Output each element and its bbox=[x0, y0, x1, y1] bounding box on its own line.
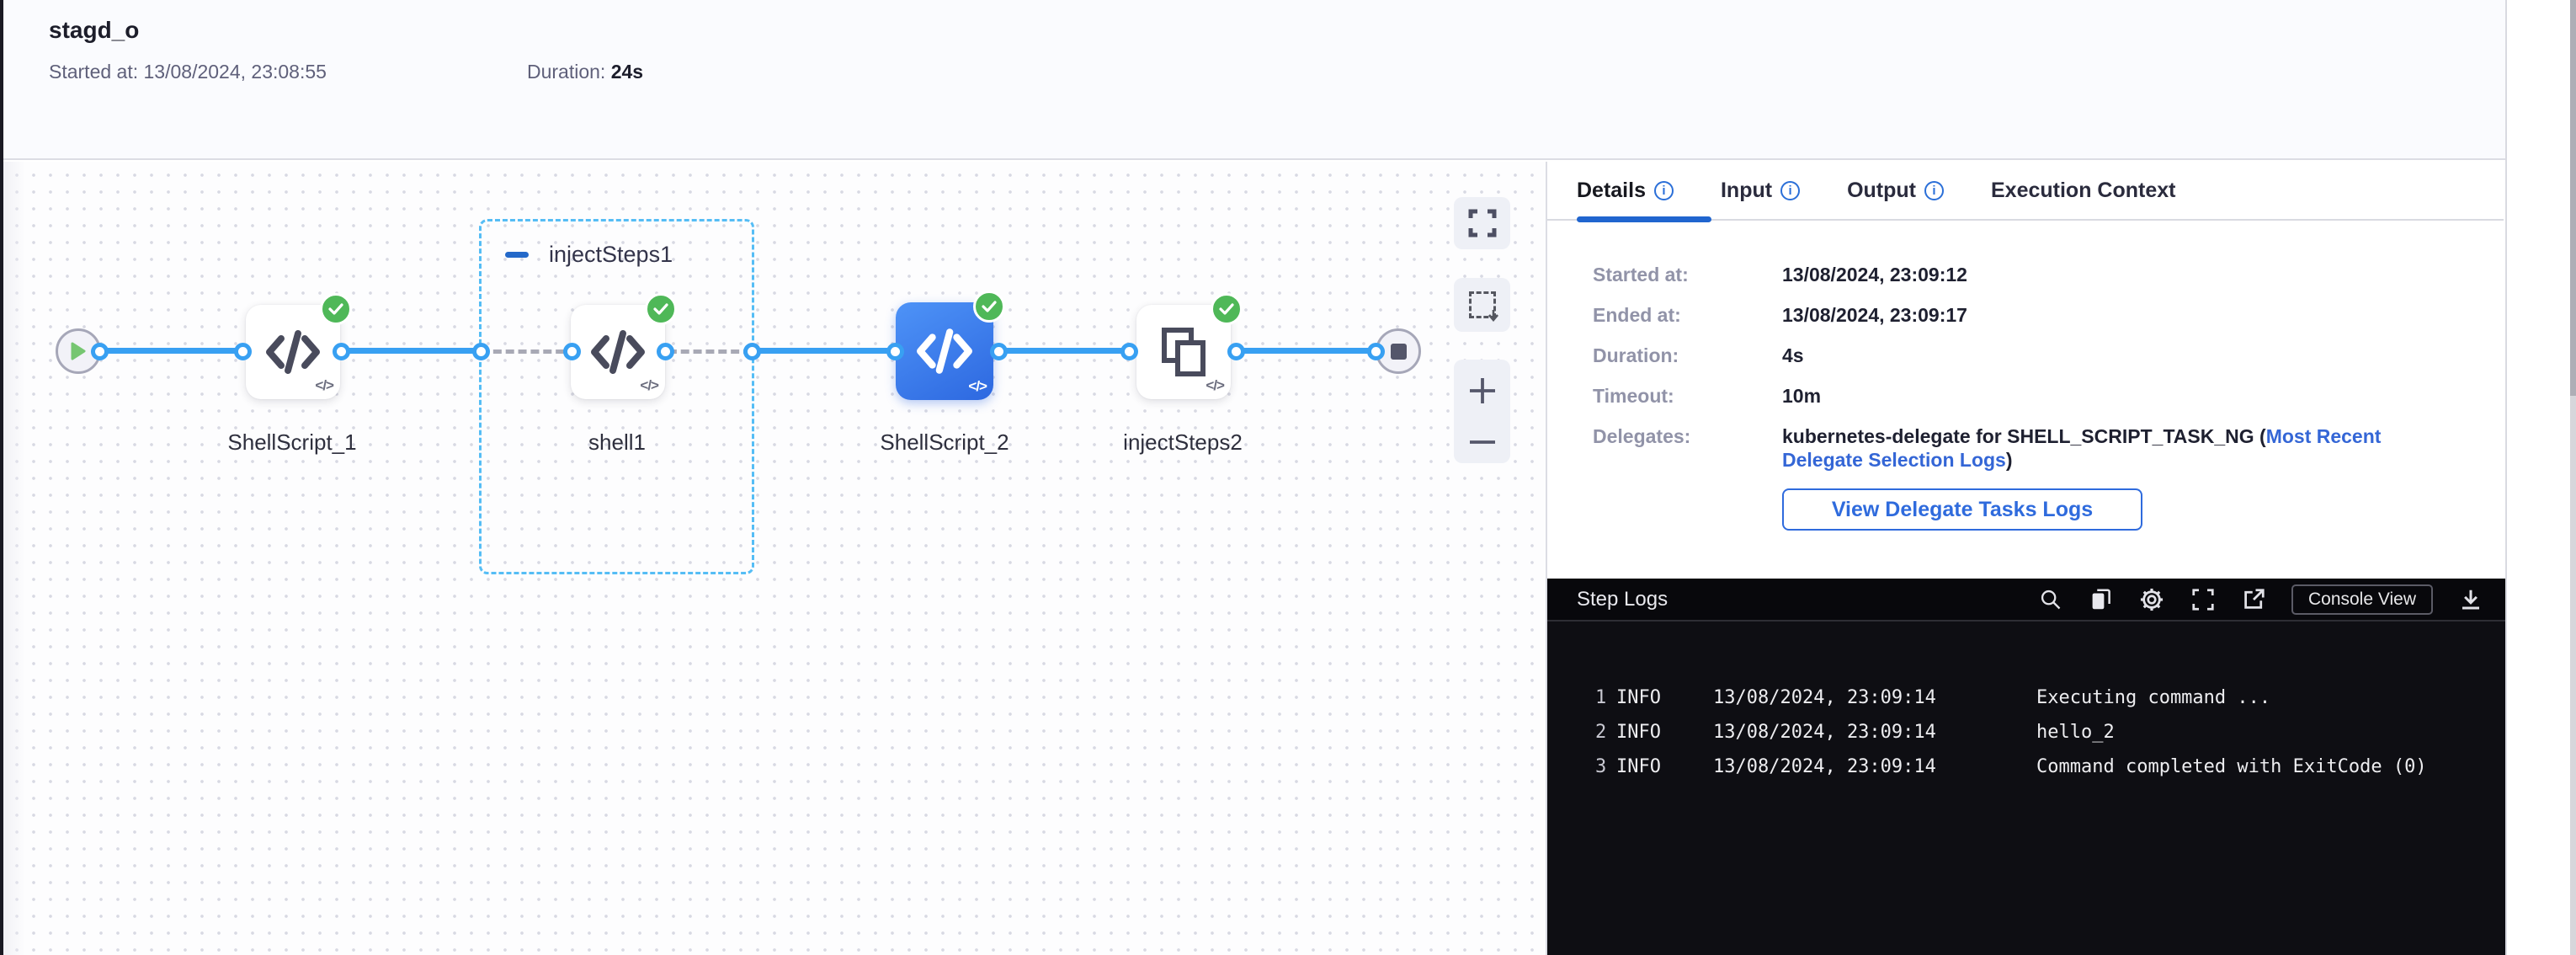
step-type-icon: </> bbox=[315, 377, 333, 394]
log-output[interactable]: 1INFO13/08/2024, 23:09:14Executing comma… bbox=[1547, 623, 2505, 955]
check-icon bbox=[328, 303, 343, 315]
tab-output[interactable]: Output i bbox=[1847, 179, 1944, 203]
view-delegate-tasks-logs-button[interactable]: View Delegate Tasks Logs bbox=[1782, 488, 2142, 531]
zoom-out-icon[interactable] bbox=[1467, 437, 1498, 447]
node-label: ShellScript_2 bbox=[852, 429, 1037, 456]
console-header: Step Logs bbox=[1547, 579, 2505, 622]
edge-group-to-end bbox=[752, 348, 1398, 354]
edge-port[interactable] bbox=[234, 343, 252, 360]
check-icon bbox=[1219, 303, 1234, 315]
success-badge bbox=[1211, 293, 1243, 325]
details-tab-bar: Details i Input i Output i Execution Con… bbox=[1547, 162, 2504, 221]
step-group-header[interactable]: injectSteps1 bbox=[505, 242, 673, 268]
code-icon bbox=[916, 326, 973, 376]
canvas-zoom-controls[interactable] bbox=[1454, 360, 1510, 463]
open-in-new-icon[interactable] bbox=[2241, 587, 2266, 612]
edge-port[interactable] bbox=[1367, 343, 1385, 360]
edge-port[interactable] bbox=[333, 343, 350, 360]
stage-duration: Duration: 24s bbox=[527, 61, 643, 83]
tab-execution-context[interactable]: Execution Context bbox=[1991, 179, 2175, 203]
left-nav-edge bbox=[0, 0, 3, 955]
marquee-select-icon bbox=[1469, 291, 1496, 318]
detail-row-delegates: Delegates: kubernetes-delegate for SHELL… bbox=[1593, 424, 2468, 472]
success-badge bbox=[973, 291, 1005, 323]
edge-port[interactable] bbox=[990, 343, 1008, 360]
stage-header: stagd_o Started at: 13/08/2024, 23:08:55… bbox=[3, 0, 2507, 160]
edge-port[interactable] bbox=[1120, 343, 1138, 360]
stage-title: stagd_o bbox=[49, 17, 139, 44]
edge-port[interactable] bbox=[563, 343, 581, 360]
copy-icon[interactable] bbox=[2088, 587, 2113, 612]
node-shell1[interactable]: </> bbox=[571, 305, 665, 399]
console-toolbar: Console View bbox=[2039, 584, 2483, 615]
edge-port[interactable] bbox=[657, 343, 674, 360]
page-scrollbar[interactable] bbox=[2570, 0, 2576, 955]
node-label: injectSteps2 bbox=[1090, 429, 1275, 456]
node-injectsteps2[interactable]: </> bbox=[1136, 305, 1231, 399]
download-icon[interactable] bbox=[2458, 587, 2483, 612]
expand-icon[interactable] bbox=[2190, 587, 2216, 612]
active-tab-underline bbox=[1577, 216, 1711, 222]
edge-port[interactable] bbox=[743, 343, 761, 360]
tab-input[interactable]: Input i bbox=[1721, 179, 1800, 203]
node-shellscript-1[interactable]: </> bbox=[246, 305, 340, 399]
step-logs-console: Step Logs bbox=[1547, 579, 2505, 955]
success-badge bbox=[645, 293, 677, 325]
pipeline-execution-screen: stagd_o Started at: 13/08/2024, 23:08:55… bbox=[0, 0, 2576, 955]
code-icon bbox=[590, 328, 646, 376]
play-icon bbox=[70, 341, 87, 361]
log-line: 1INFO13/08/2024, 23:09:14Executing comma… bbox=[1547, 680, 2505, 715]
node-shellscript-2-selected[interactable]: </> bbox=[896, 302, 993, 400]
info-icon[interactable]: i bbox=[1654, 181, 1674, 200]
edge-port[interactable] bbox=[91, 343, 109, 360]
zoom-in-icon[interactable] bbox=[1467, 376, 1498, 406]
collapse-group-icon[interactable] bbox=[505, 252, 529, 258]
settings-icon[interactable] bbox=[2138, 586, 2165, 613]
code-icon bbox=[265, 328, 321, 376]
detail-row-started-at: Started at: 13/08/2024, 23:09:12 bbox=[1593, 263, 2468, 286]
page-scrollbar-thumb[interactable] bbox=[2570, 0, 2576, 396]
step-type-icon: </> bbox=[968, 378, 987, 395]
check-icon bbox=[982, 301, 997, 312]
log-line: 2INFO13/08/2024, 23:09:14hello_2 bbox=[1547, 715, 2505, 750]
node-label: ShellScript_1 bbox=[200, 429, 385, 456]
canvas-marquee-select-button[interactable] bbox=[1454, 278, 1510, 332]
step-group-icon bbox=[1158, 326, 1210, 378]
fullscreen-icon bbox=[1467, 208, 1498, 238]
stage-started-at: Started at: 13/08/2024, 23:08:55 bbox=[49, 61, 327, 83]
log-line: 3INFO13/08/2024, 23:09:14Command complet… bbox=[1547, 750, 2505, 784]
marquee-arrow-icon bbox=[1488, 309, 1499, 323]
success-badge bbox=[320, 293, 352, 325]
check-icon bbox=[653, 303, 668, 315]
canvas-fullscreen-button[interactable] bbox=[1454, 197, 1510, 249]
step-type-icon: </> bbox=[640, 377, 658, 394]
detail-row-duration: Duration: 4s bbox=[1593, 344, 2468, 367]
step-type-icon: </> bbox=[1206, 377, 1224, 394]
info-icon[interactable]: i bbox=[1780, 181, 1800, 200]
edge-port[interactable] bbox=[1227, 343, 1245, 360]
pipeline-canvas[interactable]: injectSteps1 </> ShellScript_1 bbox=[3, 162, 1546, 955]
step-group-label[interactable]: injectSteps1 bbox=[549, 242, 673, 268]
tab-details[interactable]: Details i bbox=[1577, 179, 1674, 203]
details-content: Started at: 13/08/2024, 23:09:12 Ended a… bbox=[1593, 263, 2468, 531]
edge-port[interactable] bbox=[886, 343, 904, 360]
detail-row-ended-at: Ended at: 13/08/2024, 23:09:17 bbox=[1593, 303, 2468, 327]
delegates-value: kubernetes-delegate for SHELL_SCRIPT_TAS… bbox=[1782, 424, 2422, 472]
edge-port[interactable] bbox=[472, 343, 490, 360]
detail-row-timeout: Timeout: 10m bbox=[1593, 384, 2468, 408]
canvas-left-shade bbox=[3, 162, 25, 955]
search-icon[interactable] bbox=[2039, 588, 2062, 611]
stop-icon bbox=[1391, 344, 1407, 360]
right-gutter bbox=[2505, 0, 2576, 955]
console-title: Step Logs bbox=[1577, 588, 1668, 611]
console-view-toggle[interactable]: Console View bbox=[2291, 584, 2433, 615]
info-icon[interactable]: i bbox=[1924, 181, 1944, 200]
step-details-panel: Details i Input i Output i Execution Con… bbox=[1546, 162, 2504, 955]
